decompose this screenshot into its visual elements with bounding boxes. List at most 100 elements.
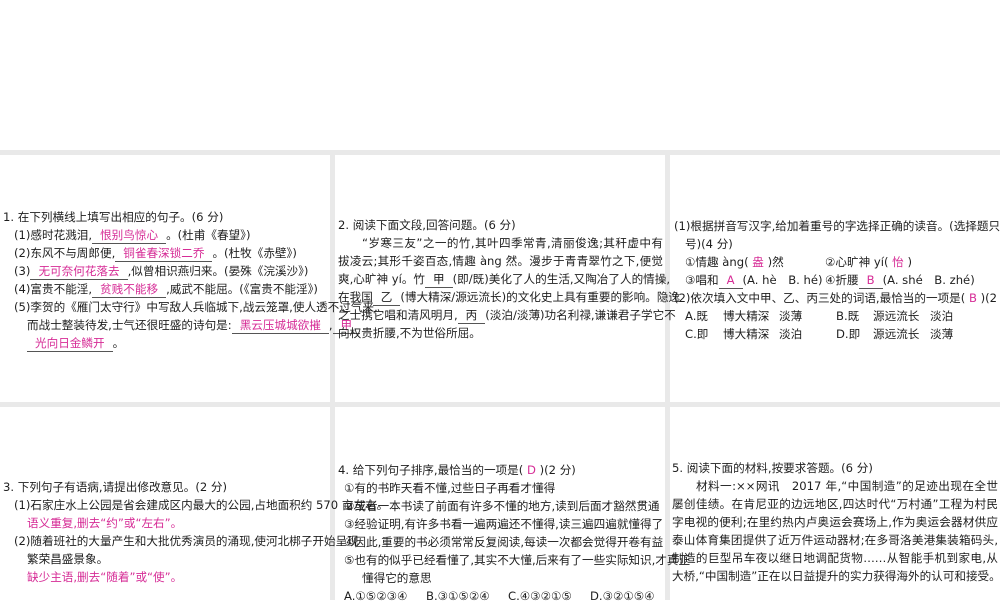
question-text: ①情趣 àng(	[685, 255, 753, 269]
answer-text: B	[968, 291, 977, 305]
question-text: 大桥,“中国制造”正在以日益提升的实力获得海外的认可和接受。	[672, 569, 1000, 583]
answer-text: B	[858, 273, 883, 289]
question-2-passage-panel: 2. 阅读下面文段,回答问题。(6 分) “岁寒三友”之一的竹,其叶四季常青,清丽…	[338, 216, 680, 342]
blank-label: 乙	[372, 290, 401, 306]
text-line: ②或者一本书读了前面有许多不懂的地方,读到后面才豁然贯通	[338, 497, 663, 515]
answer-text: 黑云压城城欲摧	[231, 318, 329, 334]
question-2-subquestions-panel: (1)根据拼音写汉字,给加着重号的字选择正确的读音。(选择题只填序号)(4 分)…	[674, 217, 1000, 343]
question-3-panel: 3. 下列句子有语病,请提出修改意见。(2 分) (1)石家庄水上公园是省会建成区…	[3, 478, 388, 586]
question-text: 屡创佳绩。在肯尼亚的边远地区,四达时代“万村通”工程为村民带去数	[672, 497, 998, 511]
question-text: (3)	[14, 264, 31, 278]
text-line: 3. 下列句子有语病,请提出修改意见。(2 分)	[3, 478, 330, 496]
question-text: 淡薄	[930, 327, 954, 341]
answer-text: 无可奈何花落去	[30, 264, 128, 280]
question-text: (A. hè B. hé)	[742, 273, 823, 287]
text-line: C.即 博大精深 淡泊 D.即 源远流长 淡薄	[674, 325, 998, 343]
question-text: ①有的书昨天看不懂,过些日子再看才懂得	[344, 481, 556, 495]
option-cell: 博大精深	[723, 325, 779, 343]
question-text: (A. shé B. zhé)	[882, 273, 975, 287]
text-line: (1)石家庄水上公园是省会建成区内最大的公园,占地面积约 570 亩左右。	[3, 496, 388, 514]
question-text: D.③②①⑤④	[590, 589, 655, 603]
question-text: (淡泊/淡薄)功名利禄,谦谦君子学它不	[485, 308, 676, 322]
question-text: 号)(4 分)	[685, 237, 733, 251]
blank-label: 丙	[457, 308, 486, 324]
question-text: )(2 分)	[535, 463, 576, 477]
question-text: B.③①⑤②④	[426, 589, 490, 603]
text-line: (4)富贵不能淫, 贫贱不能移 ,威武不能屈。(《富贵不能淫》)	[3, 280, 330, 298]
question-text: (1)感时花溅泪,	[14, 228, 93, 242]
question-1-panel: 1. 在下列横线上填写出相应的句子。(6 分) (1)感时花溅泪, 恨别鸟惊心 。(杜…	[3, 208, 378, 352]
question-text: 爽,心旷神 yí。竹	[338, 272, 426, 286]
text-line: “岁寒三友”之一的竹,其叶四季常青,清丽俊逸;其秆虚中有节,挺	[338, 234, 663, 252]
answer-text: 语义重复,删去“约”或“左右”。	[27, 516, 183, 530]
question-text: 。(杜甫《春望》)	[166, 228, 251, 242]
text-line: ④因此,重要的书必须常常反复阅读,每读一次都会觉得开卷有益	[338, 533, 663, 551]
option-cell: D.③②①⑤④	[590, 587, 672, 605]
option-cell: ④折腰 B (A. shé B. zhé)	[825, 271, 975, 289]
question-text: “岁寒三友”之一的竹,其叶四季常青,清丽俊逸;其秆虚中有节,挺	[362, 236, 663, 250]
text-line: ①有的书昨天看不懂,过些日子再看才懂得	[338, 479, 663, 497]
answer-text: 恨别鸟惊心	[92, 228, 167, 244]
text-line: ⑤也有的似乎已经看懂了,其实不大懂,后来有了一些实际知识,才真正	[338, 551, 690, 569]
text-line: ③唱和 A (A. hè B. hé) ④折腰 B (A. shé B. zhé)	[674, 271, 998, 289]
question-text: (2)东风不与周郎便,	[14, 246, 116, 260]
option-cell: 淡泊	[930, 307, 953, 325]
answer-text: 怡	[892, 255, 904, 269]
question-text: 字电视的便利;在里约热内卢奥运会赛场上,作为奥运会器材供应商的	[672, 515, 998, 529]
text-line: 屡创佳绩。在肯尼亚的边远地区,四达时代“万村通”工程为村民带去数	[672, 495, 998, 513]
text-line: 5. 阅读下面的材料,按要求答题。(6 分)	[672, 459, 998, 477]
question-text: (即/既)美化了人的生活,又陶冶了人的情操,	[452, 272, 671, 286]
text-line: A.既 博大精深 淡薄 B.既 源远流长 淡泊	[674, 307, 998, 325]
separator-col-2	[665, 150, 670, 600]
question-text: 制造的巨型吊车夜以继日地调配货物……从智能手机到家电,从铁路到	[672, 551, 998, 565]
question-text: 懂得它的意思	[362, 571, 432, 585]
text-line: 懂得它的意思	[338, 569, 663, 587]
text-line: 泰山体育集团提供了近万件运动器材;在多哥洛美港集装箱码头,中国	[672, 531, 998, 549]
text-line: 号)(4 分)	[674, 235, 998, 253]
question-text: )(2 分)	[980, 291, 1000, 305]
question-text: 之士携它唱和清风明月,	[338, 308, 458, 322]
text-line: (5)李贺的《雁门太守行》中写敌人兵临城下,战云笼罩,使人透不过气来,	[3, 298, 378, 316]
question-5-panel: 5. 阅读下面的材料,按要求答题。(6 分) 材料一:××网讯 2017 年,“中…	[672, 459, 1000, 585]
question-text: (4)富贵不能淫,	[14, 282, 93, 296]
answer-text: 铜雀春深锁二乔	[115, 246, 213, 262]
option-cell: ①情趣 àng( 盎 )然	[685, 253, 825, 271]
question-text: 向权贵折腰,不为世俗所屈。	[338, 326, 481, 340]
question-text: C.④③②①⑤	[508, 589, 572, 603]
option-cell: 博大精深	[723, 307, 779, 325]
question-text: (2)依次填入文中甲、乙、丙三处的词语,最恰当的一项是(	[674, 291, 969, 305]
question-text: 材料一:××网讯 2017 年,“中国制造”的足迹出现在全世界各地,	[696, 479, 998, 493]
question-text: (5)李贺的《雁门太守行》中写敌人兵临城下,战云笼罩,使人透不过气来,	[14, 300, 378, 314]
question-text: 淡泊	[779, 327, 803, 341]
option-cell: A.①⑤②③④	[344, 587, 426, 605]
text-line: 缺少主语,删去“随着”或“使”。	[3, 568, 330, 586]
question-text: 。	[112, 336, 125, 350]
text-line: A.①⑤②③④ B.③①⑤②④ C.④③②①⑤ D.③②①⑤④	[338, 587, 663, 605]
question-text: 2. 阅读下面文段,回答问题。(6 分)	[338, 218, 516, 232]
question-text: 泰山体育集团提供了近万件运动器材;在多哥洛美港集装箱码头,中国	[672, 533, 998, 547]
text-line: 制造的巨型吊车夜以继日地调配货物……从智能手机到家电,从铁路到	[672, 549, 998, 567]
option-cell: 淡薄	[930, 325, 953, 343]
question-text: 源远流长	[873, 309, 920, 323]
option-cell: 淡泊	[779, 325, 836, 343]
answer-text: 缺少主语,删去“随着”或“使”。	[27, 570, 183, 584]
question-text: 5. 阅读下面的材料,按要求答题。(6 分)	[672, 461, 873, 475]
question-text: 4. 给下列句子排序,最恰当的一项是(	[338, 463, 527, 477]
option-cell: C.④③②①⑤	[508, 587, 590, 605]
text-line: (2)依次填入文中甲、乙、丙三处的词语,最恰当的一项是( B )(2 分)	[674, 289, 1000, 307]
text-line: 而战士整装待发,士气还很旺盛的诗句是: 黑云压城城欲摧, 甲	[3, 316, 361, 334]
text-line: 4. 给下列句子排序,最恰当的一项是( D )(2 分)	[338, 461, 663, 479]
question-text: )然	[763, 255, 784, 269]
question-text: 在我国	[338, 290, 373, 304]
option-cell: D.即	[836, 325, 873, 343]
text-line: (1)根据拼音写汉字,给加着重号的字选择正确的读音。(选择题只填序	[674, 217, 1000, 235]
question-text: ,似曾相识燕归来。(晏殊《浣溪沙》)	[127, 264, 309, 278]
question-text: A.①⑤②③④	[344, 589, 408, 603]
answer-text: 贫贱不能移	[92, 282, 167, 298]
question-text: 博大精深	[723, 327, 770, 341]
text-line: 拔凌云;其形千姿百态,情趣 àng 然。漫步于青青翠竹之下,便觉神清气	[338, 252, 663, 270]
question-text: 繁荣昌盛景象。	[27, 552, 109, 566]
question-text: D.即	[836, 327, 861, 341]
separator-top	[0, 150, 1000, 155]
question-text: ③经验证明,有许多书看一遍两遍还不懂得,读三遍四遍就懂得了	[344, 517, 664, 531]
